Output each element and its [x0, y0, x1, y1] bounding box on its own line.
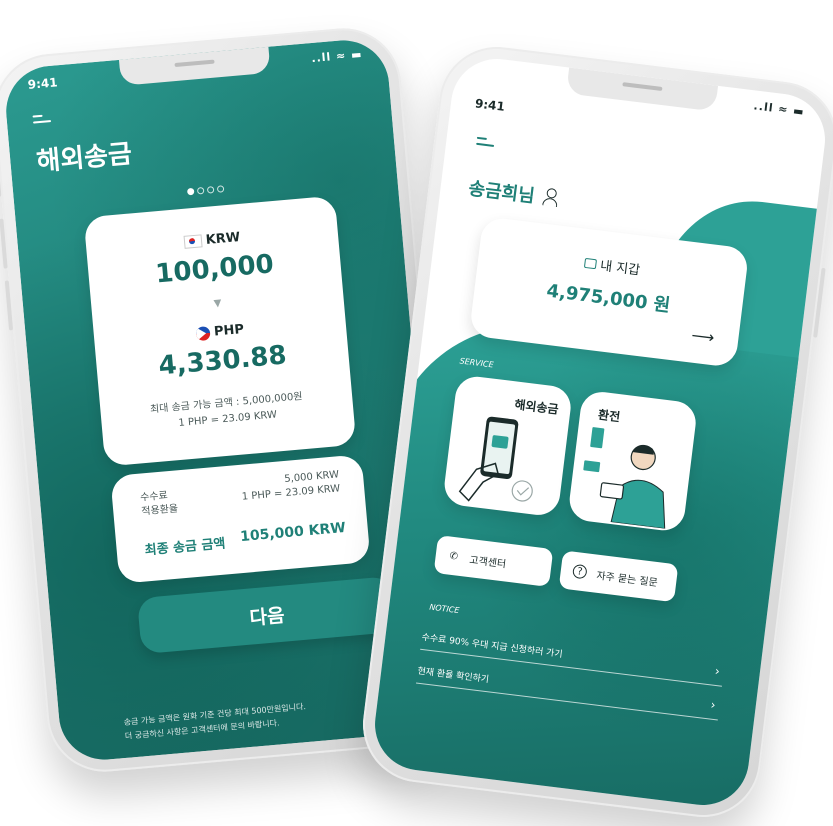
- phone-notch: [118, 46, 271, 86]
- service-exchange-card[interactable]: 환전: [567, 389, 699, 533]
- status-icons: ..ll ≈ ▬: [752, 99, 806, 119]
- philippines-flag-icon: [195, 325, 211, 341]
- fee-summary-card: 수수료 적용환율 5,000 KRW 1 PHP = 23.09 KRW 최종 …: [110, 454, 371, 584]
- next-button[interactable]: 다음: [136, 576, 397, 655]
- faq-label: 자주 묻는 질문: [595, 570, 659, 589]
- phone-notch: [566, 67, 719, 112]
- status-icons: ..ll ≈ ▬: [310, 47, 363, 66]
- service-title: 해외송금: [513, 397, 560, 417]
- page-title: 해외송금: [35, 139, 134, 178]
- question-icon: ?: [572, 563, 588, 580]
- final-amount-value: 105,000 KRW: [239, 519, 347, 546]
- arrow-down-icon: ▼: [213, 297, 222, 310]
- applied-rate-value: 1 PHP = 23.09 KRW: [241, 483, 341, 503]
- chevron-right-icon: ›: [714, 663, 721, 679]
- conversion-card: KRW 100,000 ▼ PHP 4,330.88 최대 송금 가능 금액 :…: [83, 195, 357, 467]
- status-time: 9:41: [27, 75, 59, 92]
- service-remittance-card[interactable]: 해외송금: [442, 374, 574, 518]
- status-time: 9:41: [474, 96, 506, 114]
- applied-rate-label: 적용환율: [140, 503, 179, 518]
- phone-side-button: [4, 280, 14, 331]
- final-amount-label: 최종 송금 금액: [144, 536, 227, 559]
- wallet-icon: [583, 257, 598, 269]
- page-indicator: [186, 185, 225, 196]
- receive-currency-code: PHP: [213, 322, 245, 340]
- phone-payment-illustration: [458, 416, 533, 502]
- phone-icon: ✆: [448, 550, 459, 563]
- menu-icon[interactable]: [476, 136, 495, 151]
- customer-center-label: 고객센터: [468, 554, 507, 570]
- home-screen: 9:41 ..ll ≈ ▬ 송금희님 내 지갑 4,975,000 원 ⟶ SE…: [369, 53, 831, 811]
- money-exchange-illustration: [583, 427, 666, 530]
- arrow-right-icon[interactable]: ⟶: [690, 326, 715, 348]
- phone-mockup-home: 9:41 ..ll ≈ ▬ 송금희님 내 지갑 4,975,000 원 ⟶ SE…: [356, 40, 833, 824]
- chevron-right-icon: ›: [709, 697, 717, 713]
- user-icon[interactable]: [541, 187, 559, 207]
- wallet-label-text: 내 지갑: [599, 258, 641, 279]
- send-currency-code: KRW: [205, 230, 241, 248]
- phone-side-button: [0, 168, 2, 197]
- phone-side-button: [0, 218, 8, 269]
- korea-flag-icon: [183, 234, 203, 249]
- user-greeting: 송금희님: [467, 174, 560, 211]
- phone-side-button: [813, 267, 826, 338]
- footnote: 송금 가능 금액은 원화 기준 건당 최대 500만원입니다. 더 궁금하신 사…: [123, 700, 308, 744]
- menu-icon[interactable]: [32, 114, 52, 128]
- greeting-name: 송금희님: [467, 178, 536, 208]
